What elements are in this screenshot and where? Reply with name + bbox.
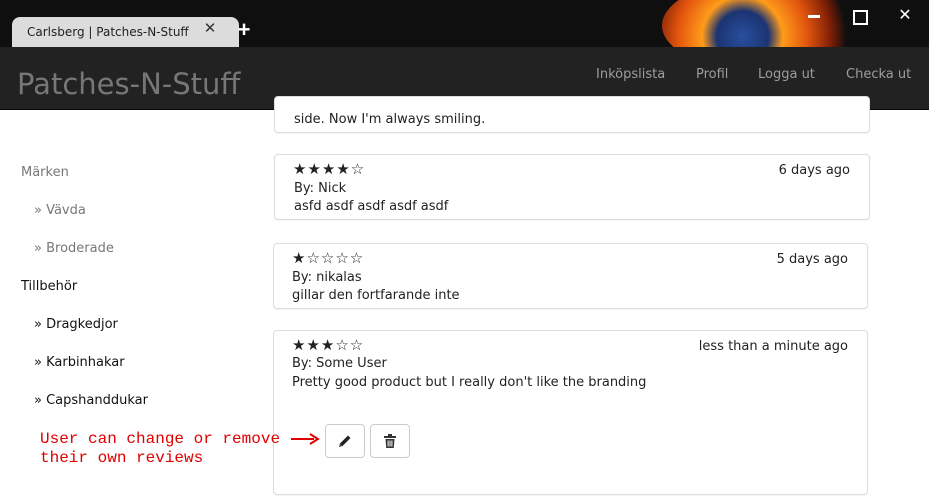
sidebar-item-zippers[interactable]: » Dragkedjor [34, 317, 118, 332]
review-timestamp: 5 days ago [776, 252, 848, 267]
review-author: By: nikalas [292, 270, 362, 285]
annotation-arrow [291, 433, 320, 445]
annotation-text: User can change or remove their own revi… [40, 430, 281, 467]
review-timestamp: 6 days ago [778, 163, 850, 178]
star-rating: ★☆☆☆☆ [292, 249, 365, 267]
browser-tab[interactable]: Carlsberg | Patches-N-Stuff ✕ [12, 17, 239, 47]
new-tab-button[interactable]: + [235, 19, 253, 41]
star-rating: ★★★☆☆ [292, 336, 365, 354]
sidebar-heading-accessories[interactable]: Tillbehör [21, 279, 77, 294]
review-panel: side. Now I'm always smiling. [274, 96, 870, 133]
trash-icon [384, 434, 396, 448]
tab-title: Carlsberg | Patches-N-Stuff [27, 25, 189, 39]
pencil-icon [339, 435, 351, 447]
maximize-button[interactable] [849, 6, 869, 26]
review-panel: ★☆☆☆☆ 5 days ago By: nikalas gillar den … [273, 243, 868, 309]
brand-logo-text[interactable]: Patches-N-Stuff [17, 67, 240, 101]
sidebar-item-cap-towels[interactable]: » Capshanddukar [34, 393, 148, 408]
sidebar-item-woven[interactable]: » Vävda [34, 203, 86, 218]
firefox-logo [662, 0, 874, 47]
tab-close-icon[interactable]: ✕ [202, 21, 218, 37]
review-text: Pretty good product but I really don't l… [292, 375, 647, 390]
browser-titlebar: Carlsberg | Patches-N-Stuff ✕ + ✕ [0, 0, 929, 47]
sidebar-heading-brands[interactable]: Märken [21, 165, 69, 180]
nav-link-profile[interactable]: Profil [696, 67, 728, 82]
review-text: gillar den fortfarande inte [292, 288, 460, 303]
sidebar-item-carabiners[interactable]: » Karbinhakar [34, 355, 125, 370]
sidebar-item-embroidered[interactable]: » Broderade [34, 241, 114, 256]
review-timestamp: less than a minute ago [698, 339, 848, 354]
star-rating: ★★★★☆ [293, 160, 366, 178]
review-panel: ★★★★☆ 6 days ago By: Nick asfd asdf asdf… [274, 154, 870, 220]
nav-link-shopping-list[interactable]: Inköpslista [596, 67, 665, 82]
nav-link-checkout[interactable]: Checka ut [846, 67, 911, 82]
review-text: asfd asdf asdf asdf asdf [294, 199, 449, 214]
review-panel: ★★★☆☆ less than a minute ago By: Some Us… [273, 330, 868, 495]
review-author: By: Nick [294, 181, 347, 196]
edit-review-button[interactable] [325, 424, 365, 458]
close-window-button[interactable]: ✕ [895, 6, 915, 26]
delete-review-button[interactable] [370, 424, 410, 458]
nav-link-logout[interactable]: Logga ut [758, 67, 815, 82]
minimize-button[interactable] [804, 6, 824, 26]
review-author: By: Some User [292, 356, 387, 371]
review-text: side. Now I'm always smiling. [294, 112, 486, 127]
